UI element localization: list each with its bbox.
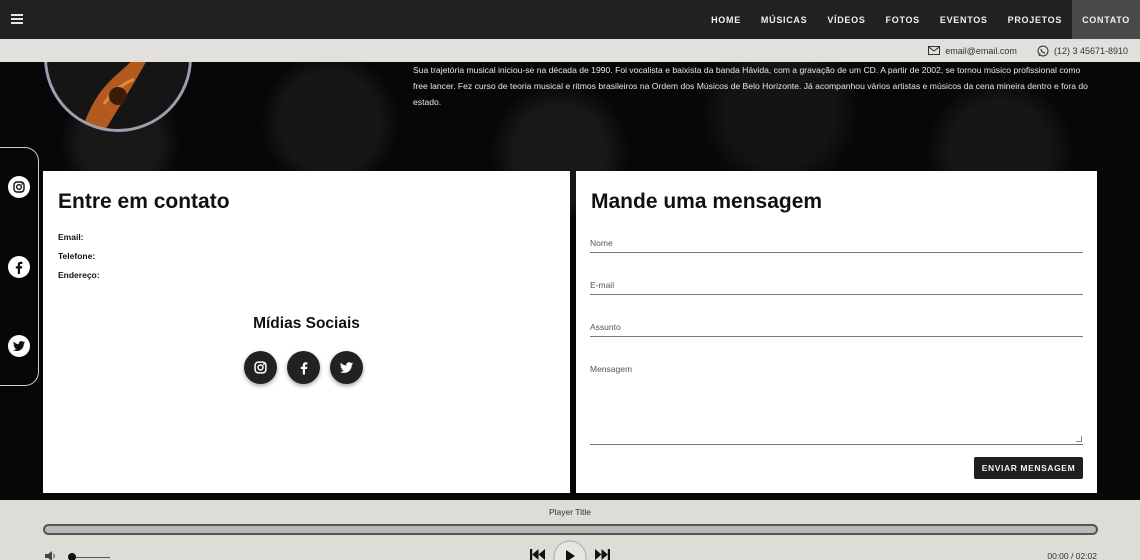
message-form-panel: Mande uma mensagem Nome E-mail Assunto M…	[576, 171, 1097, 493]
twitter-icon[interactable]	[8, 335, 30, 357]
nav-item-musicas[interactable]: MÚSICAS	[751, 0, 817, 39]
hamburger-menu-icon[interactable]	[11, 14, 23, 24]
contact-strip: email@email.com (12) 3 45671-8910	[0, 39, 1140, 62]
top-navbar: HOME MÚSICAS VÍDEOS FOTOS EVENTOS PROJET…	[0, 0, 1140, 39]
player-title: Player Title	[548, 507, 592, 517]
contact-title: Entre em contato	[58, 190, 230, 213]
nav-item-contato[interactable]: CONTATO	[1072, 0, 1140, 39]
phone-label: Telefone:	[58, 251, 96, 261]
social-media-buttons	[244, 351, 373, 384]
message-textarea[interactable]: Mensagem	[590, 364, 1083, 445]
nav-links: HOME MÚSICAS VÍDEOS FOTOS EVENTOS PROJET…	[701, 0, 1140, 39]
audio-player: Player Title 00:00 / 02:02	[0, 500, 1140, 560]
message-title: Mande uma mensagem	[591, 190, 823, 213]
email-label: Email:	[58, 232, 84, 242]
next-track-icon[interactable]	[595, 549, 610, 560]
social-media-title: Mídias Sociais	[253, 315, 360, 332]
resize-handle[interactable]	[1076, 436, 1082, 442]
nav-item-fotos[interactable]: FOTOS	[876, 0, 930, 39]
contact-info-panel: Entre em contato Email: Telefone: Endere…	[43, 171, 570, 493]
facebook-icon[interactable]	[8, 256, 30, 278]
email-field[interactable]: E-mail	[590, 280, 1083, 295]
strip-phone-text: (12) 3 45671-8910	[1053, 45, 1128, 56]
nav-item-videos[interactable]: VÍDEOS	[817, 0, 875, 39]
envelope-icon	[928, 46, 941, 55]
progress-bar[interactable]	[43, 524, 1098, 535]
bio-text: Sua trajetória musical iniciou-se na déc…	[413, 65, 1088, 107]
instagram-icon[interactable]	[8, 176, 30, 198]
address-label: Endereço:	[58, 270, 100, 280]
twitter-icon[interactable]	[330, 351, 363, 384]
strip-email-text: email@email.com	[945, 45, 1017, 56]
nav-item-eventos[interactable]: EVENTOS	[930, 0, 998, 39]
volume-knob[interactable]	[68, 553, 77, 560]
message-placeholder: Mensagem	[590, 364, 633, 374]
facebook-icon[interactable]	[287, 351, 320, 384]
social-rail	[0, 147, 39, 386]
strip-phone[interactable]: (12) 3 45671-8910	[1037, 45, 1128, 57]
subject-field[interactable]: Assunto	[590, 322, 1083, 337]
nav-item-home[interactable]: HOME	[701, 0, 751, 39]
name-field[interactable]: Nome	[590, 238, 1083, 253]
whatsapp-icon	[1037, 45, 1049, 56]
play-button-icon[interactable]	[553, 540, 587, 560]
volume-icon[interactable]	[45, 551, 57, 560]
strip-email[interactable]: email@email.com	[928, 46, 1017, 56]
nav-item-projetos[interactable]: PROJETOS	[998, 0, 1072, 39]
player-time: 00:00 / 02:02	[1047, 551, 1097, 560]
instagram-icon[interactable]	[244, 351, 277, 384]
previous-track-icon[interactable]	[530, 549, 545, 560]
send-message-button[interactable]: ENVIAR MENSAGEM	[974, 457, 1083, 479]
